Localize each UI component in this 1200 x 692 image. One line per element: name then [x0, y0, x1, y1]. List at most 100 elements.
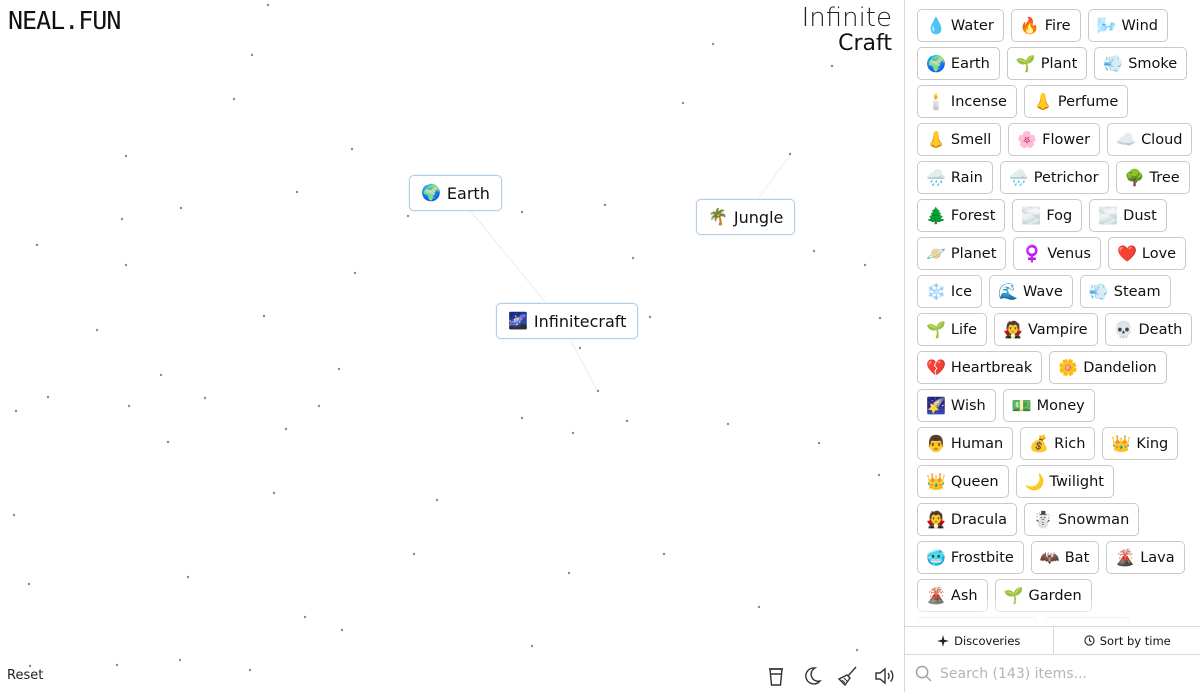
discoveries-label: Discoveries [954, 633, 1021, 648]
sidebar-item-label: Ash [950, 587, 978, 604]
sidebar-item-label: Life [950, 321, 978, 338]
sidebar-item-incense[interactable]: 🕯️ Incense [917, 85, 1017, 118]
broom-icon[interactable] [836, 664, 860, 688]
canvas-item-jungle[interactable]: 🌴 Jungle [696, 199, 796, 235]
water-icon: 💧 [926, 15, 946, 35]
sidebar-item-cloud[interactable]: ☁️ Cloud [1107, 123, 1193, 156]
crafting-canvas[interactable]: NEAL.FUN Infinite Craft 🌍 Earth 🌴 Jungle… [0, 0, 904, 692]
sidebar-item-label: Planet [950, 245, 997, 262]
clock-icon [1084, 635, 1095, 646]
sidebar-item-plant[interactable]: 🌱 Plant [1006, 47, 1088, 80]
sidebar-item-label: Dandelion [1083, 359, 1157, 376]
sidebar-item-vampire[interactable]: 🧛 Vampire [994, 313, 1098, 346]
sidebar-item-label: Petrichor [1033, 169, 1099, 186]
sidebar-item-tree[interactable]: 🌳 Tree [1115, 161, 1190, 194]
sidebar-item-love[interactable]: ❤️ Love [1107, 237, 1187, 270]
sidebar-item-smell[interactable]: 👃 Smell [917, 123, 1002, 156]
sidebar-item-dust[interactable]: 🌫️ Dust [1089, 199, 1167, 232]
search-bar [905, 655, 1200, 692]
sidebar-bottom-bar: Discoveries Sort by time [905, 626, 1200, 655]
sidebar-item-label: Lava [1140, 549, 1175, 566]
sidebar-item-water[interactable]: 💧 Water [917, 9, 1004, 42]
sidebar-item-wish[interactable]: 🌠 Wish [917, 389, 996, 422]
sidebar-item-label: Dust [1123, 207, 1157, 224]
search-icon [915, 665, 932, 682]
moon-icon[interactable] [800, 664, 824, 688]
rain-icon: 🌧️ [926, 167, 946, 187]
discoveries-button[interactable]: Discoveries [905, 627, 1053, 654]
coffee-icon[interactable] [764, 664, 788, 688]
plant-icon: 🌱 [1015, 53, 1036, 73]
earth-icon: 🌍 [421, 183, 441, 202]
smell-icon: 👃 [926, 129, 946, 149]
sidebar-item-human[interactable]: 👨 Human [917, 427, 1014, 460]
sidebar-item-fog[interactable]: 🌫️ Fog [1012, 199, 1083, 232]
sidebar-item-ice[interactable]: ❄️ Ice [917, 275, 983, 308]
sidebar-item-dracula[interactable]: 🧛 Dracula [917, 503, 1018, 536]
smoke-icon: 💨 [1103, 53, 1124, 73]
sidebar-item-garden[interactable]: 🌱 Garden [994, 579, 1092, 612]
sidebar-item-label: Fire [1044, 17, 1071, 34]
sidebar-item-rain[interactable]: 🌧️ Rain [917, 161, 993, 194]
item-list[interactable]: 💧 Water 🔥 Fire 🌬️ Wind 🌍 Earth 🌱 Plant 💨 Smoke 🕯️ Inc… [905, 0, 1200, 626]
heartbreak-icon: 💔 [926, 357, 946, 377]
sidebar-item-flower[interactable]: 🌸 Flower [1008, 123, 1101, 156]
vampire-icon: 🧛 [1003, 319, 1023, 339]
money-icon: 💵 [1011, 395, 1032, 415]
sidebar-item-steam[interactable]: 💨 Steam [1079, 275, 1171, 308]
sidebar-item-fire[interactable]: 🔥 Fire [1010, 9, 1081, 42]
search-input[interactable] [940, 665, 1180, 682]
sidebar-item-frostbite[interactable]: 🥶 Frostbite [917, 541, 1024, 574]
sidebar-item-smoke[interactable]: 💨 Smoke [1094, 47, 1188, 80]
sidebar-item-queen[interactable]: 👑 Queen [917, 465, 1009, 498]
sidebar-item-label: Dracula [950, 511, 1008, 528]
sort-label: Sort by time [1099, 633, 1171, 648]
death-icon: 💀 [1113, 319, 1134, 339]
wave-icon: 🌊 [998, 281, 1019, 301]
fire-icon: 🔥 [1019, 15, 1040, 35]
speaker-icon[interactable] [872, 664, 896, 688]
sidebar-item-dandelion[interactable]: 🌼 Dandelion [1049, 351, 1167, 384]
sidebar-item-label: Human [950, 435, 1004, 452]
sidebar-item-graveyard[interactable]: 🪦Graveyard [917, 617, 1037, 626]
sidebar-item-label: Vampire [1027, 321, 1088, 338]
petrichor-icon: 🌧️ [1008, 167, 1029, 187]
sidebar-item-heartbreak[interactable]: 💔 Heartbreak [917, 351, 1043, 384]
sidebar-item-planet[interactable]: 🪐 Planet [917, 237, 1007, 270]
sidebar-item-snowman[interactable]: ☃️ Snowman [1024, 503, 1140, 536]
perfume-icon: 👃 [1032, 91, 1053, 111]
sidebar-item-petrichor[interactable]: 🌧️ Petrichor [999, 161, 1109, 194]
sidebar-item-label: Heartbreak [950, 359, 1033, 376]
sidebar-item-rich[interactable]: 💰 Rich [1020, 427, 1096, 460]
sidebar-item-lava[interactable]: 🌋 Lava [1106, 541, 1185, 574]
sidebar-item-label: Cloud [1141, 131, 1183, 148]
sidebar-item-perfume[interactable]: 👃 Perfume [1023, 85, 1129, 118]
canvas-item-label: Jungle [733, 207, 784, 227]
frostbite-icon: 🥶 [926, 547, 946, 567]
sidebar-item-forest[interactable]: 🌲 Forest [917, 199, 1006, 232]
sidebar-item-money[interactable]: 💵 Money [1002, 389, 1095, 422]
sidebar-item-ash[interactable]: 🌋 Ash [917, 579, 988, 612]
sidebar-item-label: Fog [1046, 207, 1073, 224]
sidebar-item-venus[interactable]: ♀️ Venus [1013, 237, 1101, 270]
sidebar-item-life[interactable]: 🌱 Life [917, 313, 988, 346]
canvas-item-infinitecraft[interactable]: 🌌 Infinitecraft [496, 303, 639, 339]
sidebar-item-twilight[interactable]: 🌙 Twilight [1015, 465, 1114, 498]
sidebar-item-king[interactable]: 👑 King [1102, 427, 1179, 460]
sidebar-item-wind[interactable]: 🌬️ Wind [1087, 9, 1168, 42]
sort-by-time-button[interactable]: Sort by time [1052, 627, 1200, 654]
wish-icon: 🌠 [926, 395, 946, 415]
sidebar-item-death[interactable]: 💀 Death [1104, 313, 1193, 346]
sidebar-item-label: Smell [950, 131, 992, 148]
canvas-item-earth[interactable]: 🌍 Earth [409, 175, 502, 211]
sidebar-item-earth[interactable]: 🌍 Earth [917, 47, 1000, 80]
neal-fun-logo[interactable]: NEAL.FUN [8, 6, 121, 35]
infinite-craft-app: NEAL.FUN Infinite Craft 🌍 Earth 🌴 Jungle… [0, 0, 1200, 692]
dust-icon: 🌫️ [1098, 205, 1119, 225]
king-icon: 👑 [1111, 433, 1132, 453]
sidebar-item-wave[interactable]: 🌊 Wave [989, 275, 1073, 308]
sidebar-item-bat[interactable]: 🦇 Bat [1030, 541, 1100, 574]
sidebar-item-stone[interactable]: 🪨Stone [1043, 617, 1130, 626]
reset-button[interactable]: Reset [7, 668, 43, 683]
sidebar: 💧 Water 🔥 Fire 🌬️ Wind 🌍 Earth 🌱 Plant 💨 Smoke 🕯️ Inc… [904, 0, 1200, 692]
